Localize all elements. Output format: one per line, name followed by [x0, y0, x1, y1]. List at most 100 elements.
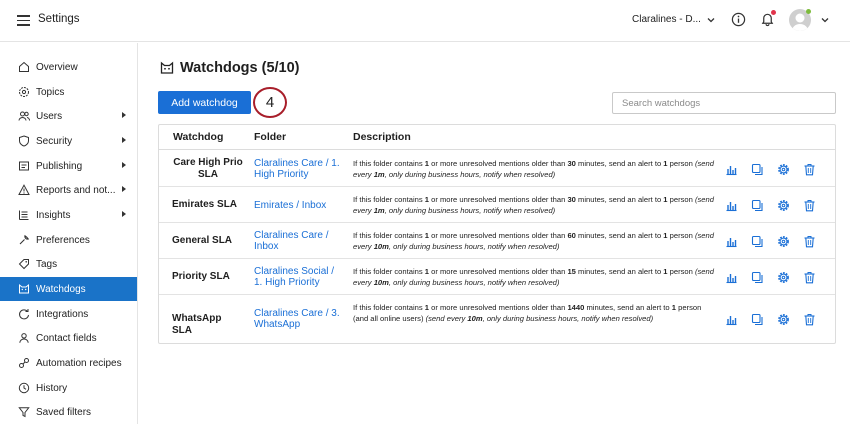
table-row: Care High Prio SLA Claralines Care / 1. H… [159, 151, 835, 187]
step-badge: 4 [253, 87, 287, 118]
sidebar-item-tags[interactable]: Tags [0, 252, 137, 276]
gear-icon[interactable] [777, 199, 790, 212]
trash-icon[interactable] [803, 199, 816, 212]
sidebar-item-label: Watchdogs [36, 283, 86, 295]
description-part: 30 [567, 159, 576, 168]
sidebar-item-preferences[interactable]: Preferences [0, 228, 137, 252]
column-header-folder[interactable]: Folder [254, 131, 286, 143]
sidebar: Overview Topics Users Security Publishin… [0, 43, 138, 424]
stats-icon[interactable] [725, 235, 738, 248]
watchdog-description: If this folder contains 1 or more unreso… [353, 231, 715, 252]
watchdog-name: Emirates SLA [172, 199, 238, 210]
sidebar-item-overview[interactable]: Overview [0, 55, 137, 79]
description-part: or more unresolved mentions older than [429, 231, 568, 240]
trash-icon[interactable] [803, 271, 816, 284]
sidebar-item-publishing[interactable]: Publishing [0, 154, 137, 178]
sidebar-item-automation-recipes[interactable]: Automation recipes [0, 351, 137, 375]
watchdog-description: If this folder contains 1 or more unreso… [353, 195, 715, 216]
search-input[interactable] [612, 92, 836, 114]
table-header: Watchdog Folder Description [159, 125, 835, 150]
watchdog-description: If this folder contains 1 or more unreso… [353, 303, 715, 324]
folder-link[interactable]: Claralines Social / 1. High Priority [254, 266, 344, 288]
stats-icon[interactable] [725, 199, 738, 212]
gear-icon[interactable] [777, 235, 790, 248]
watchdogs-table: Watchdog Folder Description Care High Pr… [158, 124, 836, 344]
copy-icon[interactable] [751, 235, 764, 248]
users-icon [18, 110, 30, 122]
description-part: , only during business hours, notify whe… [388, 241, 560, 251]
watchdog-name: General SLA [172, 235, 233, 246]
description-part: person [667, 267, 695, 276]
sidebar-item-label: Reports and not... [36, 184, 116, 196]
description-part: 10m [467, 313, 483, 323]
sidebar-item-saved-filters[interactable]: Saved filters [0, 400, 137, 424]
info-icon[interactable] [731, 12, 746, 27]
copy-icon[interactable] [751, 313, 764, 326]
description-part: 60 [567, 231, 576, 240]
description-part: If this folder contains [353, 159, 425, 168]
stats-icon[interactable] [725, 271, 738, 284]
stats-icon[interactable] [725, 163, 738, 176]
folder-link[interactable]: Claralines Care / Inbox [254, 230, 344, 252]
stats-icon[interactable] [725, 313, 738, 326]
filter-icon [18, 406, 30, 418]
trash-icon[interactable] [803, 313, 816, 326]
description-part: or more unresolved mentions older than [429, 195, 568, 204]
copy-icon[interactable] [751, 271, 764, 284]
chevron-down-icon[interactable] [706, 15, 716, 25]
sidebar-item-label: Preferences [36, 234, 90, 246]
sidebar-item-insights[interactable]: Insights [0, 203, 137, 227]
page-title: Watchdogs (5/10) [180, 60, 300, 76]
description-part: 15 [567, 267, 576, 276]
automation-icon [18, 357, 30, 369]
warning-icon [18, 184, 30, 196]
tag-icon [18, 258, 30, 270]
description-part: person [667, 195, 695, 204]
sidebar-item-contact-fields[interactable]: Contact fields [0, 326, 137, 350]
sidebar-item-users[interactable]: Users [0, 104, 137, 128]
column-header-watchdog[interactable]: Watchdog [173, 131, 223, 143]
description-part: minutes, send an alert to [575, 159, 664, 168]
folder-link[interactable]: Emirates / Inbox [254, 200, 344, 211]
table-row: Emirates SLA Emirates / Inbox If this fold… [159, 187, 835, 223]
sidebar-item-label: Topics [36, 86, 65, 98]
gear-icon[interactable] [777, 313, 790, 326]
caret-right-icon [122, 162, 126, 168]
row-actions [725, 199, 825, 213]
add-watchdog-button[interactable]: Add watchdog [158, 91, 251, 114]
gear-icon[interactable] [777, 163, 790, 176]
sidebar-item-label: Integrations [36, 308, 89, 320]
sidebar-item-integrations[interactable]: Integrations [0, 302, 137, 326]
chevron-down-icon[interactable] [820, 15, 830, 25]
gear-icon[interactable] [777, 271, 790, 284]
trash-icon[interactable] [803, 235, 816, 248]
folder-link[interactable]: Claralines Care / 1. High Priority [254, 158, 344, 180]
sidebar-item-label: Automation recipes [36, 357, 122, 369]
watchdog-name: Care High Prio SLA [173, 157, 243, 180]
description-part: minutes, send an alert to [575, 267, 664, 276]
description-part: If this folder contains [353, 231, 425, 240]
column-header-description[interactable]: Description [353, 131, 411, 143]
sidebar-item-history[interactable]: History [0, 376, 137, 400]
presence-dot [806, 9, 811, 14]
wrench-icon [18, 234, 30, 246]
sidebar-item-watchdogs[interactable]: Watchdogs [0, 277, 137, 301]
app-title: Settings [38, 13, 80, 25]
table-row: General SLA Claralines Care / Inbox If thi… [159, 223, 835, 259]
copy-icon[interactable] [751, 199, 764, 212]
folder-link[interactable]: Claralines Care / 3. WhatsApp [254, 308, 344, 330]
description-part: , only during business hours, notify whe… [388, 277, 560, 287]
sidebar-item-reports[interactable]: Reports and not... [0, 178, 137, 202]
account-switcher[interactable]: Claralines - D... [632, 14, 701, 25]
copy-icon[interactable] [751, 163, 764, 176]
description-part: If this folder contains [353, 195, 425, 204]
sidebar-item-security[interactable]: Security [0, 129, 137, 153]
watchdog-description: If this folder contains 1 or more unreso… [353, 267, 715, 288]
history-icon [18, 382, 30, 394]
publish-icon [18, 160, 30, 172]
trash-icon[interactable] [803, 163, 816, 176]
description-part: 1m [373, 169, 385, 179]
sidebar-item-label: Publishing [36, 160, 83, 172]
menu-icon[interactable] [17, 15, 30, 26]
sidebar-item-topics[interactable]: Topics [0, 80, 137, 104]
